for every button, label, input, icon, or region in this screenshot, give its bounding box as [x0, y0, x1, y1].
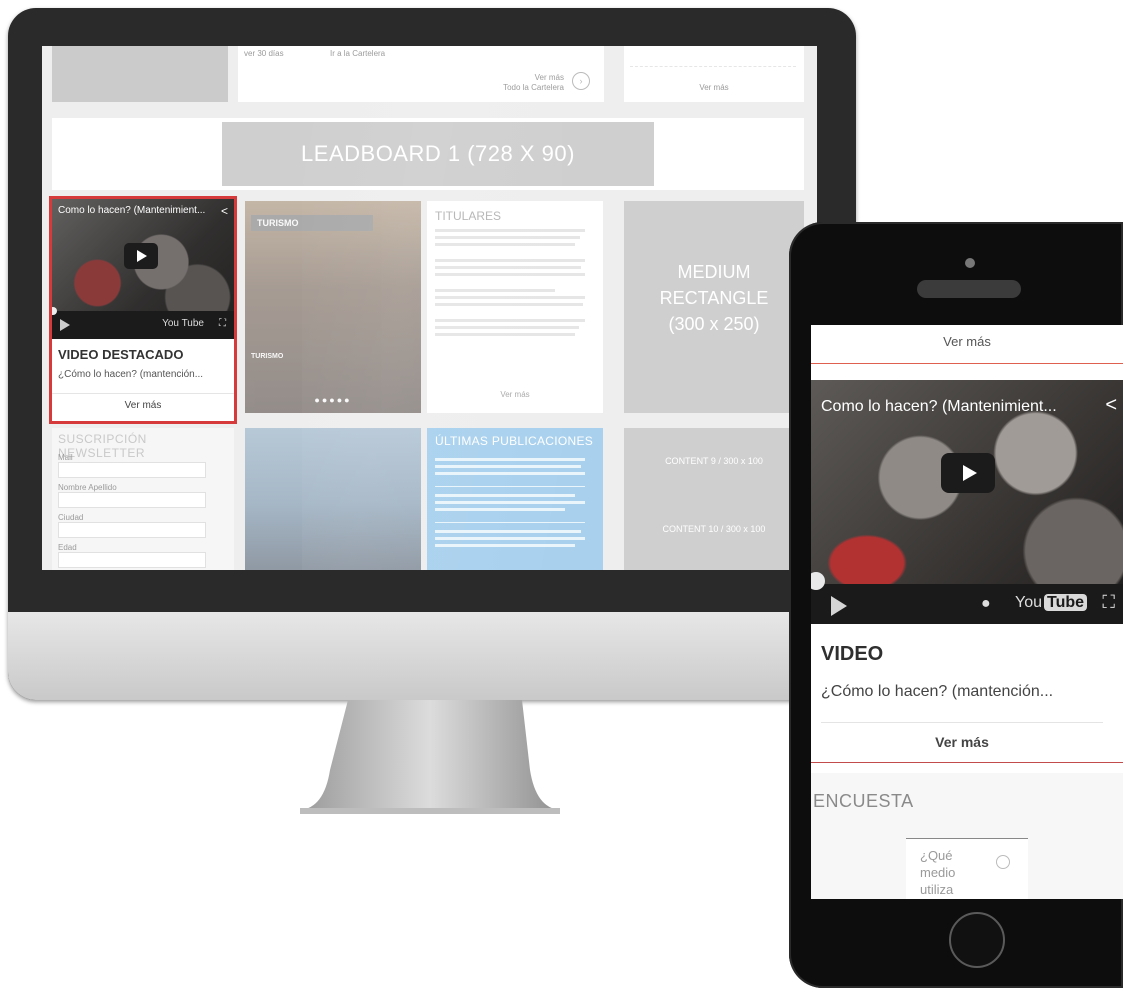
- monitor-chin: [8, 612, 856, 700]
- phone-screen: Ver más Como lo hacen? (Mantenimient... …: [811, 325, 1123, 899]
- play-button[interactable]: [124, 243, 158, 269]
- camera-icon: [965, 258, 975, 268]
- share-icon[interactable]: <: [221, 204, 228, 218]
- titulares-card: TITULARES Ver más: [427, 201, 603, 413]
- leadboard-ad[interactable]: LEADBOARD 1 (728 X 90): [222, 122, 654, 186]
- play-icon[interactable]: [60, 319, 70, 331]
- monitor-stand: [300, 700, 560, 814]
- watch-later-icon[interactable]: ●: [981, 595, 991, 613]
- desktop-screen: ver 30 días Ir a la Cartelera Ver más To…: [42, 46, 817, 570]
- top-card-link[interactable]: Todo la Cartelera: [503, 82, 564, 93]
- poll-title: ENCUESTA: [813, 791, 914, 811]
- newsletter-form: SUSCRIPCIÓN NEWSLETTER Mail Nombre Apell…: [52, 428, 234, 570]
- news-lines: [630, 48, 796, 67]
- city-image[interactable]: [245, 428, 421, 570]
- phone-section-title: VIDEO: [821, 643, 884, 665]
- home-button[interactable]: [949, 912, 1005, 968]
- user-icon: [996, 855, 1010, 869]
- newsletter-name-input[interactable]: [58, 492, 206, 508]
- fullscreen-icon[interactable]: ⛶: [219, 318, 226, 329]
- turismo-label: TURISMO: [251, 215, 373, 231]
- video-card-title: VIDEO DESTACADO: [58, 347, 184, 362]
- poll-question: ¿Qué medio utiliza para: [920, 848, 956, 897]
- newsletter-title: SUSCRIPCIÓN NEWSLETTER: [58, 432, 147, 460]
- ultimas-text-lines: [435, 458, 585, 547]
- arrow-circle-icon[interactable]: ›: [572, 72, 590, 90]
- top-card-text-right[interactable]: Ir a la Cartelera: [330, 48, 385, 59]
- content-ads: CONTENT 9 / 300 x 100 CONTENT 10 / 300 x…: [624, 428, 804, 570]
- content-9-ad[interactable]: CONTENT 9 / 300 x 100: [624, 456, 804, 466]
- youtube-logo[interactable]: You Tube: [1015, 594, 1088, 612]
- video-card-more-link[interactable]: Ver más: [52, 393, 234, 411]
- play-icon[interactable]: [831, 596, 847, 616]
- phone-video-title: Como lo hacen? (Mantenimient...: [821, 398, 1057, 415]
- newsletter-city-input[interactable]: [58, 522, 206, 538]
- titulares-more-link[interactable]: Ver más: [427, 390, 603, 399]
- featured-video-card[interactable]: Como lo hacen? (Mantenimient... < You Tu…: [49, 196, 237, 424]
- poll-card: ¿Qué medio utiliza para: [906, 838, 1028, 899]
- youtube-you: You: [1015, 594, 1042, 611]
- newsletter-mail-input[interactable]: [58, 462, 206, 478]
- video-player[interactable]: Como lo hacen? (Mantenimient... < You Tu…: [52, 199, 234, 339]
- video-controls: You Tube ⛶: [52, 311, 234, 339]
- top-card-text-left: ver 30 días: [244, 49, 284, 58]
- phone-video-subtitle[interactable]: ¿Cómo lo hacen? (mantención...: [821, 683, 1053, 701]
- turismo-card[interactable]: TURISMO TURISMO ●●●●●: [245, 201, 421, 413]
- turismo-caption: TURISMO: [251, 353, 284, 360]
- titulares-title: TITULARES: [435, 209, 502, 223]
- medium-line-3: (300 x 250): [668, 314, 760, 334]
- top-image-placeholder: [52, 46, 228, 102]
- news-more[interactable]: Ver más: [624, 82, 804, 93]
- youtube-tube: Tube: [1044, 594, 1088, 611]
- carousel-dots[interactable]: ●●●●●: [245, 395, 421, 405]
- medium-rectangle-ad[interactable]: MEDIUM RECTANGLE (300 x 250): [624, 201, 804, 413]
- speaker-grille: [917, 280, 1021, 298]
- divider: [811, 762, 1123, 763]
- video-card-subtitle[interactable]: ¿Cómo lo hacen? (mantención...: [58, 369, 203, 380]
- phone-top-more-link[interactable]: Ver más: [811, 325, 1123, 364]
- top-card: ver 30 días Ir a la Cartelera: [238, 46, 426, 102]
- content-10-ad[interactable]: CONTENT 10 / 300 x 100: [624, 524, 804, 534]
- phone-more-button[interactable]: Ver más: [821, 722, 1103, 761]
- ultimas-title: ÚLTIMAS PUBLICACIONES: [435, 434, 594, 448]
- monitor-bezel-bottom: [8, 588, 856, 612]
- share-icon[interactable]: <: [1105, 394, 1117, 417]
- phone-device: Ver más Como lo hacen? (Mantenimient... …: [789, 222, 1123, 988]
- fullscreen-icon[interactable]: ⛶: [1102, 592, 1115, 613]
- medium-line-2: RECTANGLE: [659, 288, 769, 308]
- top-card-cartelera: Ver más Todo la Cartelera ›: [426, 46, 604, 102]
- ultimas-publicaciones-card: ÚLTIMAS PUBLICACIONES: [427, 428, 603, 570]
- titulares-text-lines: [435, 229, 585, 336]
- play-button[interactable]: [941, 453, 995, 493]
- video-title: Como lo hacen? (Mantenimient...: [58, 205, 206, 216]
- phone-video-controls: ● You Tube ⛶: [811, 584, 1123, 624]
- medium-line-1: MEDIUM: [677, 262, 751, 282]
- newsletter-age-input[interactable]: [58, 552, 206, 568]
- phone-video-player[interactable]: Como lo hacen? (Mantenimient... < ● You T…: [811, 380, 1123, 624]
- top-card-news: Ver más: [624, 46, 804, 102]
- leadboard-row: LEADBOARD 1 (728 X 90): [52, 118, 804, 190]
- youtube-logo[interactable]: You Tube: [162, 318, 204, 329]
